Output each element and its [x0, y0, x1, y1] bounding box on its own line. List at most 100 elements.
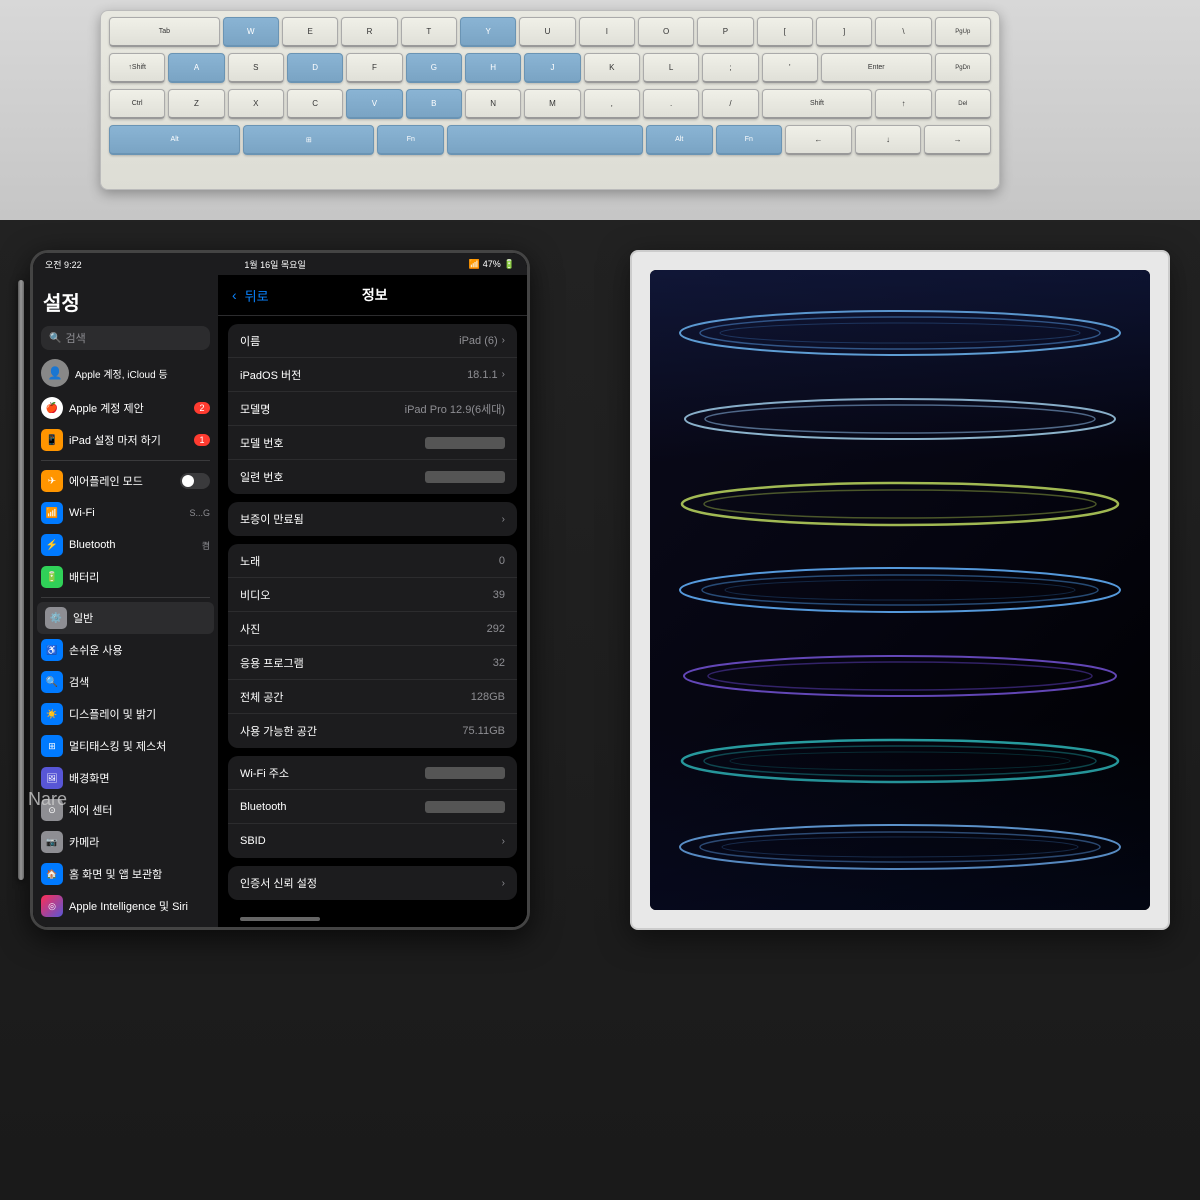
key-semicolon: ; — [702, 53, 758, 83]
key-r: R — [341, 17, 397, 47]
sidebar-item-setup[interactable]: 📱 iPad 설정 마저 하기 1 — [33, 424, 218, 456]
info-section-warranty: 보증이 만료됨 › — [228, 502, 517, 536]
airplane-icon: ✈ — [41, 470, 63, 492]
key-space — [447, 125, 643, 155]
info-row-sbid[interactable]: SBID › — [228, 824, 517, 858]
wifi-settings-icon: 📶 — [41, 502, 63, 524]
status-date: 1월 16일 목요일 — [244, 258, 305, 271]
wallpaper-icon: 🖼 — [41, 767, 63, 789]
chevron-icon: › — [502, 335, 505, 346]
key-u: U — [519, 17, 575, 47]
apple-pencil — [18, 280, 24, 880]
info-row-cert[interactable]: 인증서 신뢰 설정 › — [228, 866, 517, 900]
sidebar-siri-label: Apple Intelligence 및 Siri — [69, 898, 210, 914]
info-row-model-name: 모델명 iPad Pro 12.9(6세대) — [228, 392, 517, 426]
accessibility-icon: ♿ — [41, 639, 63, 661]
sidebar-account-label: Apple 계정, iCloud 등 — [75, 366, 210, 381]
info-label-ios: iPadOS 버전 — [240, 367, 301, 383]
status-right: 📶 47% 🔋 — [469, 259, 515, 270]
back-arrow-icon: ‹ — [232, 287, 237, 303]
suggestion-icon: 🍎 — [41, 397, 63, 419]
info-label-sbid: SBID — [240, 835, 266, 847]
sidebar-general-label: 일반 — [73, 610, 206, 626]
general-icon: ⚙️ — [45, 607, 67, 629]
desk: Tab W E R T Y U I O P [ ] \ PgUp — [0, 0, 1200, 1200]
info-row-warranty[interactable]: 보증이 만료됨 › — [228, 502, 517, 536]
sidebar-wifi-label: Wi-Fi — [69, 507, 183, 519]
sidebar-item-suggestion[interactable]: 🍎 Apple 계정 제안 2 — [33, 392, 218, 424]
battery-settings-icon: 🔋 — [41, 566, 63, 588]
search-placeholder: 검색 — [65, 330, 85, 346]
key-shift-l: ↑Shift — [109, 53, 165, 83]
sidebar-multitask-label: 멀티태스킹 및 제스처 — [69, 738, 210, 754]
account-avatar: 👤 — [41, 359, 69, 387]
info-label-photos: 사진 — [240, 621, 260, 637]
key-pgup: PgUp — [935, 17, 991, 47]
wifi-icon: 📶 — [469, 259, 480, 270]
sidebar-item-multitask[interactable]: ⊞ 멀티태스킹 및 제스처 — [33, 730, 218, 762]
sidebar-item-account[interactable]: 👤 Apple 계정, iCloud 등 — [33, 354, 218, 392]
suggestion-badge: 2 — [194, 402, 210, 414]
sidebar-item-accessibility[interactable]: ♿ 손쉬운 사용 — [33, 634, 218, 666]
airplane-toggle[interactable] — [180, 473, 210, 489]
multitask-icon: ⊞ — [41, 735, 63, 757]
bluetooth-value: 켬 — [202, 539, 210, 552]
sidebar-item-battery[interactable]: 🔋 배터리 — [33, 561, 218, 593]
info-label-wifi-addr: Wi-Fi 주소 — [240, 765, 289, 781]
divider-2 — [41, 597, 210, 598]
cert-chevron-icon: › — [502, 878, 505, 889]
sidebar-item-pencil[interactable]: ✏️ Apple Pencil — [33, 922, 218, 927]
info-value-model-num — [425, 437, 505, 449]
sidebar-item-siri[interactable]: ◎ Apple Intelligence 및 Siri — [33, 890, 218, 922]
info-value-songs: 0 — [499, 555, 505, 567]
keyboard: Tab W E R T Y U I O P [ ] \ PgUp — [100, 10, 1000, 190]
info-value-name: iPad (6) › — [459, 335, 505, 347]
key-o: O — [638, 17, 694, 47]
sidebar-accessibility-label: 손쉬운 사용 — [69, 642, 210, 658]
siri-icon: ◎ — [41, 895, 63, 917]
info-section-storage: 노래 0 비디오 39 사진 292 응용 프로그램 32 — [228, 544, 517, 748]
info-label-cert: 인증서 신뢰 설정 — [240, 875, 317, 891]
back-label[interactable]: 뒤로 — [245, 286, 269, 305]
info-row-ios: iPadOS 버전 18.1.1 › — [228, 358, 517, 392]
key-bracket-l: [ — [757, 17, 813, 47]
sidebar-item-camera[interactable]: 📷 카메라 — [33, 826, 218, 858]
sidebar-item-wifi[interactable]: 📶 Wi-Fi S...G — [33, 497, 218, 529]
key-j: J — [524, 53, 580, 83]
search-bar[interactable]: 🔍 검색 — [41, 326, 210, 350]
account-avatar-icon: 👤 — [48, 366, 63, 380]
key-t: T — [401, 17, 457, 47]
key-c: C — [287, 89, 343, 119]
info-label-total: 전체 공간 — [240, 689, 284, 705]
key-up: ↑ — [875, 89, 931, 119]
sidebar-item-airplane[interactable]: ✈ 에어플레인 모드 — [33, 465, 218, 497]
sidebar-item-general[interactable]: ⚙️ 일반 — [37, 602, 214, 634]
key-bracket-r: ] — [816, 17, 872, 47]
key-quote: ' — [762, 53, 818, 83]
key-del: Del — [935, 89, 991, 119]
info-label-songs: 노래 — [240, 553, 260, 569]
key-win: ⊞ — [243, 125, 374, 155]
key-w: W — [223, 17, 279, 47]
sidebar-item-search[interactable]: 🔍 검색 — [33, 666, 218, 698]
sidebar-item-display[interactable]: ☀️ 디스플레이 및 밝기 — [33, 698, 218, 730]
wifi-value: S...G — [189, 508, 210, 518]
info-value-available: 75.11GB — [462, 725, 505, 737]
sidebar-bluetooth-label: Bluetooth — [69, 539, 196, 551]
detail-header: ‹ 뒤로 정보 — [218, 275, 527, 316]
search-settings-icon: 🔍 — [41, 671, 63, 693]
sidebar-item-home[interactable]: 🏠 홈 화면 및 앱 보관함 — [33, 858, 218, 890]
sidebar-airplane-label: 에어플레인 모드 — [69, 473, 174, 489]
sidebar-search-label: 검색 — [69, 674, 210, 690]
key-d: D — [287, 53, 343, 83]
key-alt-l: Alt — [109, 125, 240, 155]
key-a: A — [168, 53, 224, 83]
home-icon: 🏠 — [41, 863, 63, 885]
sidebar-item-bluetooth[interactable]: ⚡ Bluetooth 켬 — [33, 529, 218, 561]
key-m: M — [524, 89, 580, 119]
key-fn2: Fn — [716, 125, 783, 155]
info-section-cert: 인증서 신뢰 설정 › — [228, 866, 517, 900]
key-e: E — [282, 17, 338, 47]
status-bar: 오전 9:22 1월 16일 목요일 📶 47% 🔋 — [33, 253, 527, 275]
nare-watermark: Nare — [28, 789, 67, 810]
